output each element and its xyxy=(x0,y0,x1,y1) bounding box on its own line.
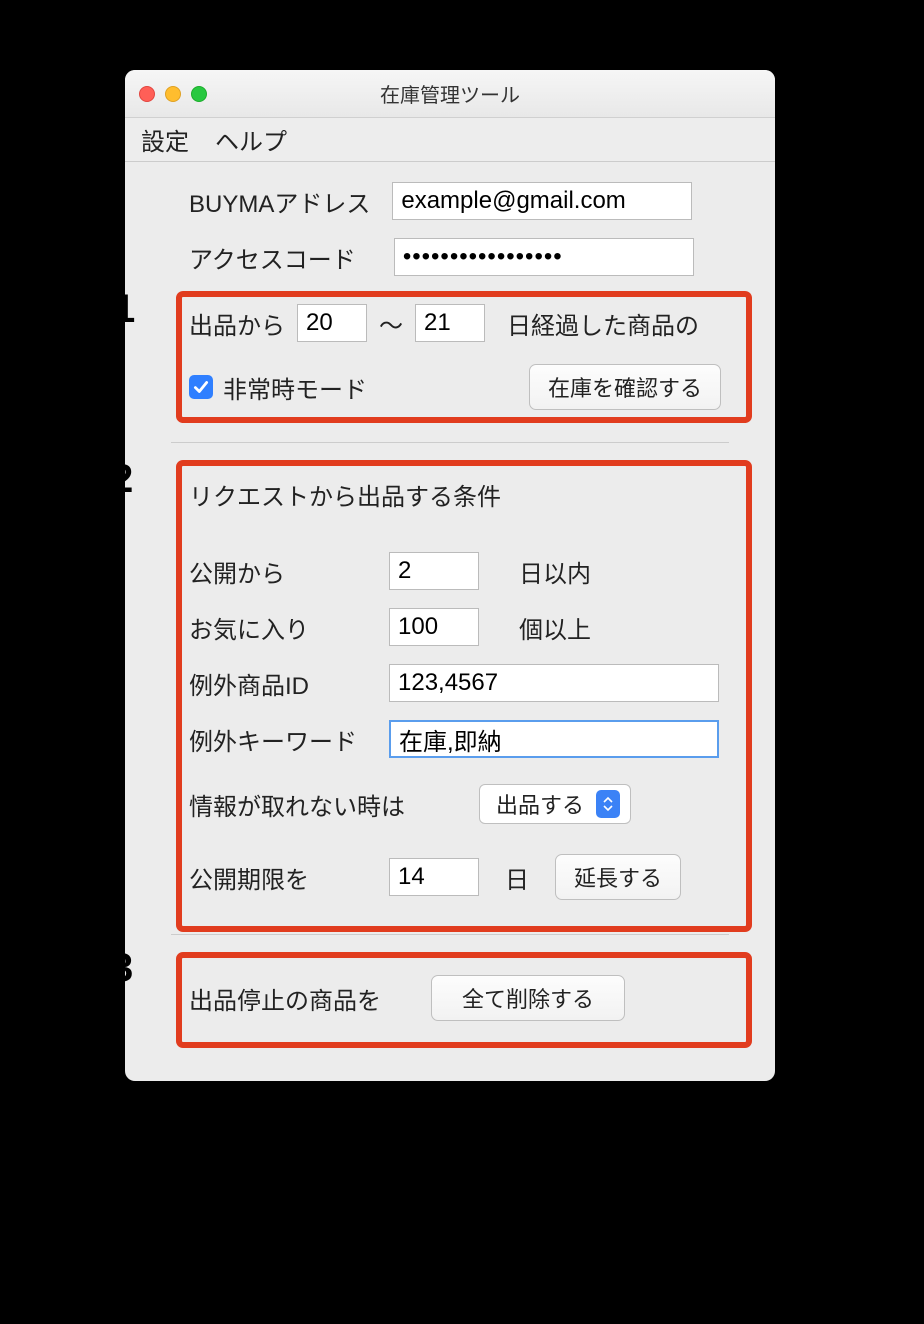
noinfo-select-value: 出品する xyxy=(496,788,596,820)
exception-id-label: 例外商品ID xyxy=(189,666,389,701)
close-icon[interactable] xyxy=(139,86,155,102)
section-marker-3: 3 xyxy=(125,946,133,991)
exception-keyword-input[interactable] xyxy=(389,720,719,758)
favorite-label: お気に入り xyxy=(189,610,389,645)
section-2: リクエストから出品する条件 公開から 日以内 お気に入り 個以上 例外商品ID … xyxy=(179,463,751,914)
titlebar: 在庫管理ツール xyxy=(125,70,775,118)
section-marker-2: 2 xyxy=(125,457,133,502)
delete-all-button[interactable]: 全て削除する xyxy=(431,975,625,1021)
divider-1 xyxy=(171,442,729,443)
days-from-input[interactable] xyxy=(297,304,367,342)
check-stock-button[interactable]: 在庫を確認する xyxy=(529,364,721,410)
divider-2 xyxy=(171,934,729,935)
public-from-label: 公開から xyxy=(189,554,389,589)
section-1: 出品から 〜 日経過した商品の 非常時モード 在庫を確認する xyxy=(179,294,751,422)
deadline-unit: 日 xyxy=(505,860,529,895)
favorite-unit: 個以上 xyxy=(519,610,591,645)
section-3: 出品停止の商品を 全て削除する xyxy=(179,955,751,1041)
buyma-address-label: BUYMAアドレス xyxy=(189,184,370,219)
menu-settings[interactable]: 設定 xyxy=(141,122,189,157)
request-condition-heading: リクエストから出品する条件 xyxy=(189,477,501,512)
exception-keyword-label: 例外キーワード xyxy=(189,722,389,757)
menu-help[interactable]: ヘルプ xyxy=(215,122,287,157)
section-marker-1: 1 xyxy=(125,287,135,332)
stopped-items-label: 出品停止の商品を xyxy=(189,981,381,1016)
traffic-lights xyxy=(139,86,207,102)
extend-button[interactable]: 延長する xyxy=(555,854,681,900)
app-window: 在庫管理ツール 設定 ヘルプ BUYMAアドレス アクセスコード 1 出品から … xyxy=(125,70,775,1081)
emergency-mode-checkbox[interactable]: 非常時モード xyxy=(189,370,367,405)
exception-id-input[interactable] xyxy=(389,664,719,702)
days-elapsed-label: 日経過した商品の xyxy=(507,306,699,341)
buyma-address-input[interactable] xyxy=(392,182,692,220)
access-code-label: アクセスコード xyxy=(189,240,356,275)
checkmark-icon xyxy=(189,375,213,399)
access-code-input[interactable] xyxy=(394,238,694,276)
public-from-input[interactable] xyxy=(389,552,479,590)
zoom-icon[interactable] xyxy=(191,86,207,102)
noinfo-label: 情報が取れない時は xyxy=(189,787,479,822)
window-title: 在庫管理ツール xyxy=(125,79,775,108)
public-from-unit: 日以内 xyxy=(519,554,591,589)
chevron-updown-icon xyxy=(596,790,620,818)
tilde-label: 〜 xyxy=(379,306,403,341)
noinfo-select[interactable]: 出品する xyxy=(479,784,631,824)
listing-from-label: 出品から xyxy=(189,306,285,341)
days-to-input[interactable] xyxy=(415,304,485,342)
minimize-icon[interactable] xyxy=(165,86,181,102)
menubar: 設定 ヘルプ xyxy=(125,118,775,162)
window-content: BUYMAアドレス アクセスコード 1 出品から 〜 日経過した商品の xyxy=(125,162,775,1081)
deadline-input[interactable] xyxy=(389,858,479,896)
emergency-mode-label: 非常時モード xyxy=(223,370,367,405)
favorite-input[interactable] xyxy=(389,608,479,646)
deadline-label: 公開期限を xyxy=(189,860,389,895)
